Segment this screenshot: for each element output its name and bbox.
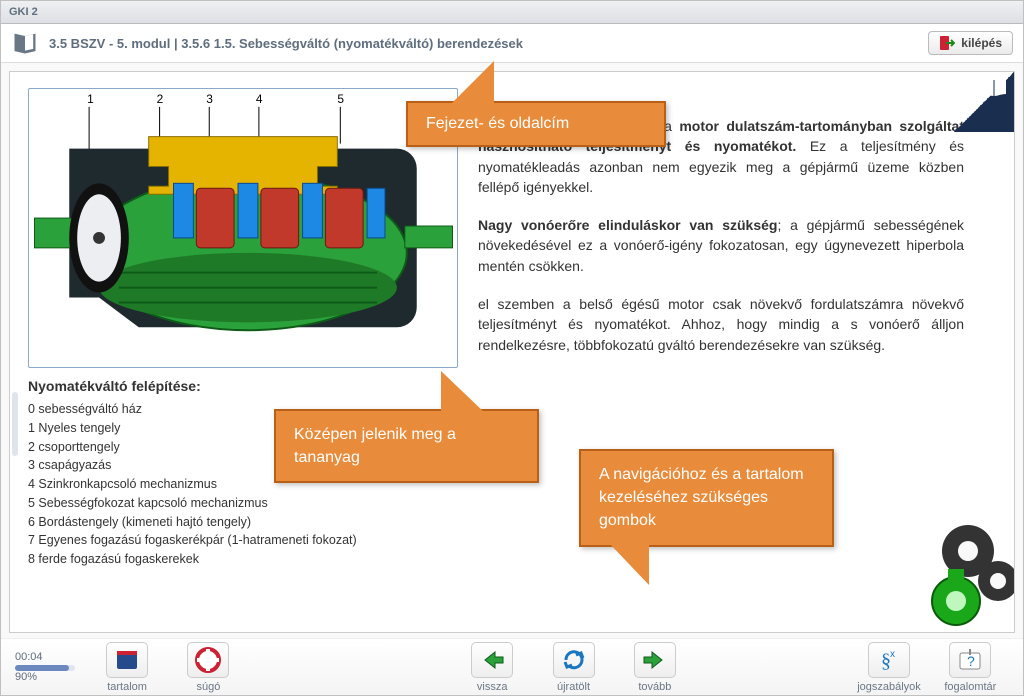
callout-center-content: Középen jelenik meg a tananyag (274, 409, 539, 483)
legend-item: 7 Egyenes fogazású fogaskerékpár (1-hatr… (28, 531, 458, 550)
reload-button[interactable]: újratölt (535, 642, 612, 693)
breadcrumb-bar: 3.5 BSZV - 5. modul | 3.5.6 1.5. Sebessé… (1, 24, 1023, 63)
progress-bar (15, 665, 75, 671)
gear-decor-icon (898, 521, 1015, 633)
exit-icon (939, 35, 955, 51)
exit-label: kilépés (961, 36, 1002, 50)
legend-item: 5 Sebességfokozat kapcsoló mechanizmus (28, 494, 458, 513)
glossary-icon: ? (949, 642, 991, 678)
svg-text:2: 2 (157, 92, 164, 106)
back-button[interactable]: vissza (453, 642, 530, 693)
breadcrumb: 3.5 BSZV - 5. modul | 3.5.6 1.5. Sebessé… (49, 36, 523, 51)
refresh-icon (553, 642, 595, 678)
svg-text:x: x (890, 649, 895, 660)
progress-percent: 90% (15, 671, 84, 683)
regulations-button[interactable]: §x jogszabályok (850, 642, 927, 693)
paragraph-icon: §x (868, 642, 910, 678)
svg-text:5: 5 (337, 92, 344, 106)
book-icon (11, 31, 39, 55)
glossary-button[interactable]: ? fogalomtár (932, 642, 1009, 693)
paragraph-2: Nagy vonóerőre elinduláskor van szükség;… (478, 215, 964, 276)
svg-text:3: 3 (206, 92, 213, 106)
callout-nav-buttons: A navigációhoz és a tartalom kezeléséhez… (579, 449, 834, 547)
progress-bar-fill (15, 665, 69, 671)
legend-item: 8 ferde fogazású fogaskerekek (28, 550, 458, 569)
paragraph-3: el szemben a belső égésű motor csak növe… (478, 294, 964, 355)
toc-button[interactable]: tartalom (88, 642, 165, 693)
window-title: GKI 2 (9, 6, 38, 18)
progress-block: 00:04 90% (15, 651, 84, 683)
arrow-left-icon (471, 642, 513, 678)
content-area: 1 2 3 4 5 (9, 71, 1015, 633)
help-button[interactable]: súgó (170, 642, 247, 693)
svg-text:4: 4 (256, 92, 263, 106)
svg-text:?: ? (967, 653, 975, 669)
scroll-indicator[interactable] (12, 392, 18, 456)
gearbox-figure: 1 2 3 4 5 (28, 88, 458, 368)
open-book-icon[interactable] (980, 76, 1008, 104)
book-closed-icon (106, 642, 148, 678)
next-button[interactable]: tovább (616, 642, 693, 693)
exit-button[interactable]: kilépés (928, 31, 1013, 55)
figure-caption: Nyomatékváltó felépítése: (28, 378, 458, 394)
callout-chapter-title: Fejezet- és oldalcím (406, 101, 666, 147)
legend-item: 6 Bordástengely (kimeneti hajtó tengely) (28, 513, 458, 532)
elapsed-time: 00:04 (15, 651, 84, 663)
window-titlebar: GKI 2 (1, 1, 1023, 24)
fig-top-label: 1 (87, 92, 94, 106)
arrow-right-icon (634, 642, 676, 678)
bottom-toolbar: 00:04 90% tartalom súgó vissza (1, 638, 1023, 695)
lifebuoy-icon (187, 642, 229, 678)
